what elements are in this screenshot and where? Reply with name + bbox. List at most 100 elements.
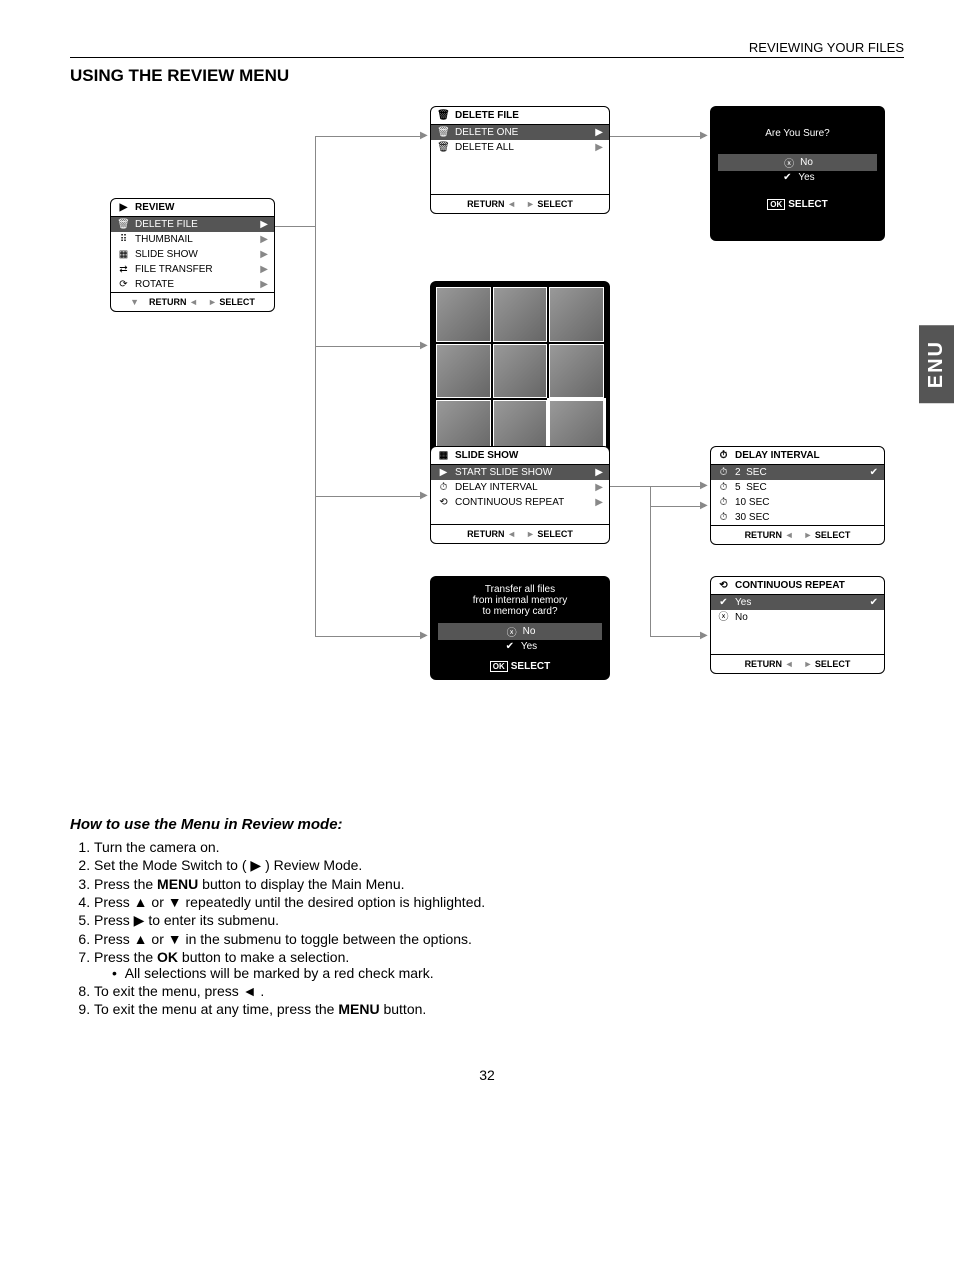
page-header: REVIEWING YOUR FILES bbox=[70, 40, 904, 58]
trash-all-icon: 🗑 bbox=[437, 142, 450, 153]
slideshow-icon: ▦ bbox=[117, 249, 130, 260]
slideshow-icon: ▦ bbox=[437, 450, 450, 461]
thumbnail-cell[interactable] bbox=[436, 287, 491, 342]
menu-item[interactable]: ⏱5 SEC bbox=[711, 480, 884, 495]
arrow-right-icon: ▶ bbox=[420, 491, 428, 501]
howto-step: Turn the camera on. bbox=[94, 839, 904, 855]
repeat-icon: ⟲ bbox=[717, 580, 730, 591]
play-icon: ▶ bbox=[437, 467, 450, 478]
menu-item[interactable]: 🗑DELETE FILE▶ bbox=[111, 217, 274, 232]
chevron-right-icon: ▶ bbox=[595, 497, 603, 508]
trash-one-icon: 🗑 bbox=[437, 127, 450, 138]
howto-step: Press the MENU button to display the Mai… bbox=[94, 876, 904, 892]
rotate-icon: ⟳ bbox=[117, 279, 130, 290]
panel-review: ▶ REVIEW 🗑DELETE FILE▶ ⠿THUMBNAIL▶ ▦SLID… bbox=[110, 198, 275, 312]
arrow-right-icon: ▶ bbox=[420, 631, 428, 641]
option-yes[interactable]: ✔Yes bbox=[438, 640, 602, 653]
ok-icon: OK bbox=[767, 199, 785, 210]
thumbnail-cell[interactable] bbox=[493, 344, 548, 399]
grid-icon: ⠿ bbox=[117, 234, 130, 245]
menu-item[interactable]: ▦SLIDE SHOW▶ bbox=[111, 247, 274, 262]
chevron-right-icon: ▶ bbox=[595, 142, 603, 153]
thumbnail-cell[interactable] bbox=[493, 287, 548, 342]
check-icon: ✔ bbox=[717, 597, 730, 608]
menu-item[interactable]: ✔Yes✔ bbox=[711, 595, 884, 610]
trash-icon: 🗑 bbox=[117, 219, 130, 230]
menu-item[interactable]: ⟳ROTATE▶ bbox=[111, 277, 274, 292]
menu-item[interactable]: 🗑DELETE ONE▶ bbox=[431, 125, 609, 140]
howto-step: Press the OK button to make a selection.… bbox=[94, 949, 904, 981]
menu-item[interactable]: ⇄FILE TRANSFER▶ bbox=[111, 262, 274, 277]
chevron-right-icon: ▶ bbox=[260, 219, 268, 230]
menu-item[interactable]: ▶START SLIDE SHOW▶ bbox=[431, 465, 609, 480]
clock-icon: ⏱ bbox=[717, 497, 730, 508]
thumbnail-cell[interactable] bbox=[549, 344, 604, 399]
transfer-icon: ⇄ bbox=[117, 264, 130, 275]
panel-repeat: ⟲CONTINUOUS REPEAT ✔Yes✔ ⓧNo RETURNSELEC… bbox=[710, 576, 885, 674]
chevron-right-icon: ▶ bbox=[260, 249, 268, 260]
x-icon: ⓧ bbox=[717, 612, 730, 623]
howto-step: To exit the menu, press ◄ . bbox=[94, 983, 904, 999]
menu-item[interactable]: ⏱2 SEC✔ bbox=[711, 465, 884, 480]
x-icon: ⓧ bbox=[782, 155, 796, 170]
menu-item[interactable]: ⟲CONTINUOUS REPEAT▶ bbox=[431, 495, 609, 510]
howto-step: To exit the menu at any time, press the … bbox=[94, 1001, 904, 1017]
menu-item[interactable]: ⠿THUMBNAIL▶ bbox=[111, 232, 274, 247]
arrow-right-icon: ▶ bbox=[700, 631, 708, 641]
trash-icon: 🗑 bbox=[437, 110, 450, 121]
thumbnail-cell[interactable] bbox=[549, 287, 604, 342]
select-label: OKSELECT bbox=[438, 661, 602, 672]
select-label: OKSELECT bbox=[718, 199, 877, 210]
option-no[interactable]: ⓧNo bbox=[438, 623, 602, 640]
check-icon: ✔ bbox=[870, 467, 878, 478]
panel-slideshow: ▦SLIDE SHOW ▶START SLIDE SHOW▶ ⏱DELAY IN… bbox=[430, 446, 610, 544]
check-icon: ✔ bbox=[870, 597, 878, 608]
arrow-right-icon: ▶ bbox=[700, 131, 708, 141]
panel-delete-file: 🗑DELETE FILE 🗑DELETE ONE▶ 🗑DELETE ALL▶ R… bbox=[430, 106, 610, 214]
howto-step: Set the Mode Switch to ( ▶ ) Review Mode… bbox=[94, 857, 904, 874]
clock-icon: ⏱ bbox=[437, 482, 450, 493]
chevron-right-icon: ▶ bbox=[260, 279, 268, 290]
chevron-right-icon: ▶ bbox=[260, 234, 268, 245]
arrow-right-icon: ▶ bbox=[700, 481, 708, 491]
menu-item[interactable]: 🗑DELETE ALL▶ bbox=[431, 140, 609, 155]
down-icon: ▼ bbox=[130, 297, 139, 307]
howto-substep: • All selections will be marked by a red… bbox=[112, 965, 904, 981]
chevron-right-icon: ▶ bbox=[595, 467, 603, 478]
ok-icon: OK bbox=[490, 661, 508, 672]
thumbnail-cell[interactable] bbox=[436, 344, 491, 399]
chevron-right-icon: ▶ bbox=[595, 127, 603, 138]
howto-step: Press ▶ to enter its submenu. bbox=[94, 912, 904, 929]
arrow-right-icon: ▶ bbox=[700, 501, 708, 511]
clock-icon: ⏱ bbox=[717, 512, 730, 523]
howto-step: Press ▲ or ▼ repeatedly until the desire… bbox=[94, 894, 904, 910]
page-number: 32 bbox=[70, 1067, 904, 1083]
menu-item[interactable]: ⏱30 SEC bbox=[711, 510, 884, 525]
panel-review-title: ▶ REVIEW bbox=[111, 199, 274, 216]
option-yes[interactable]: ✔Yes bbox=[718, 171, 877, 184]
panel-transfer: Transfer all files from internal memory … bbox=[430, 576, 610, 680]
clock-icon: ⏱ bbox=[717, 482, 730, 493]
panel-delay: ⏱DELAY INTERVAL ⏱2 SEC✔ ⏱5 SEC ⏱10 SEC ⏱… bbox=[710, 446, 885, 545]
repeat-icon: ⟲ bbox=[437, 497, 450, 508]
arrow-right-icon: ▶ bbox=[420, 131, 428, 141]
menu-item[interactable]: ⏱DELAY INTERVAL▶ bbox=[431, 480, 609, 495]
menu-item[interactable]: ⏱10 SEC bbox=[711, 495, 884, 510]
clock-icon: ⏱ bbox=[717, 467, 730, 478]
option-no[interactable]: ⓧNo bbox=[718, 154, 877, 171]
side-tab: ENU bbox=[919, 325, 954, 403]
panel-footer: ▼ RETURN SELECT bbox=[111, 292, 274, 311]
howto-steps: Turn the camera on. Set the Mode Switch … bbox=[70, 839, 904, 1017]
menu-item[interactable]: ⓧNo bbox=[711, 610, 884, 625]
howto-section: How to use the Menu in Review mode: Turn… bbox=[70, 816, 904, 1017]
menu-diagram: ▶ REVIEW 🗑DELETE FILE▶ ⠿THUMBNAIL▶ ▦SLID… bbox=[100, 106, 904, 786]
panel-confirm: Are You Sure? ⓧNo ✔Yes OKSELECT bbox=[710, 106, 885, 241]
chevron-right-icon: ▶ bbox=[260, 264, 268, 275]
chevron-right-icon: ▶ bbox=[595, 482, 603, 493]
check-icon: ✔ bbox=[503, 641, 517, 652]
arrow-right-icon: ▶ bbox=[420, 341, 428, 351]
play-icon: ▶ bbox=[117, 202, 130, 213]
section-title: USING THE REVIEW MENU bbox=[70, 66, 904, 86]
breadcrumb: REVIEWING YOUR FILES bbox=[749, 40, 904, 55]
check-icon: ✔ bbox=[780, 172, 794, 183]
